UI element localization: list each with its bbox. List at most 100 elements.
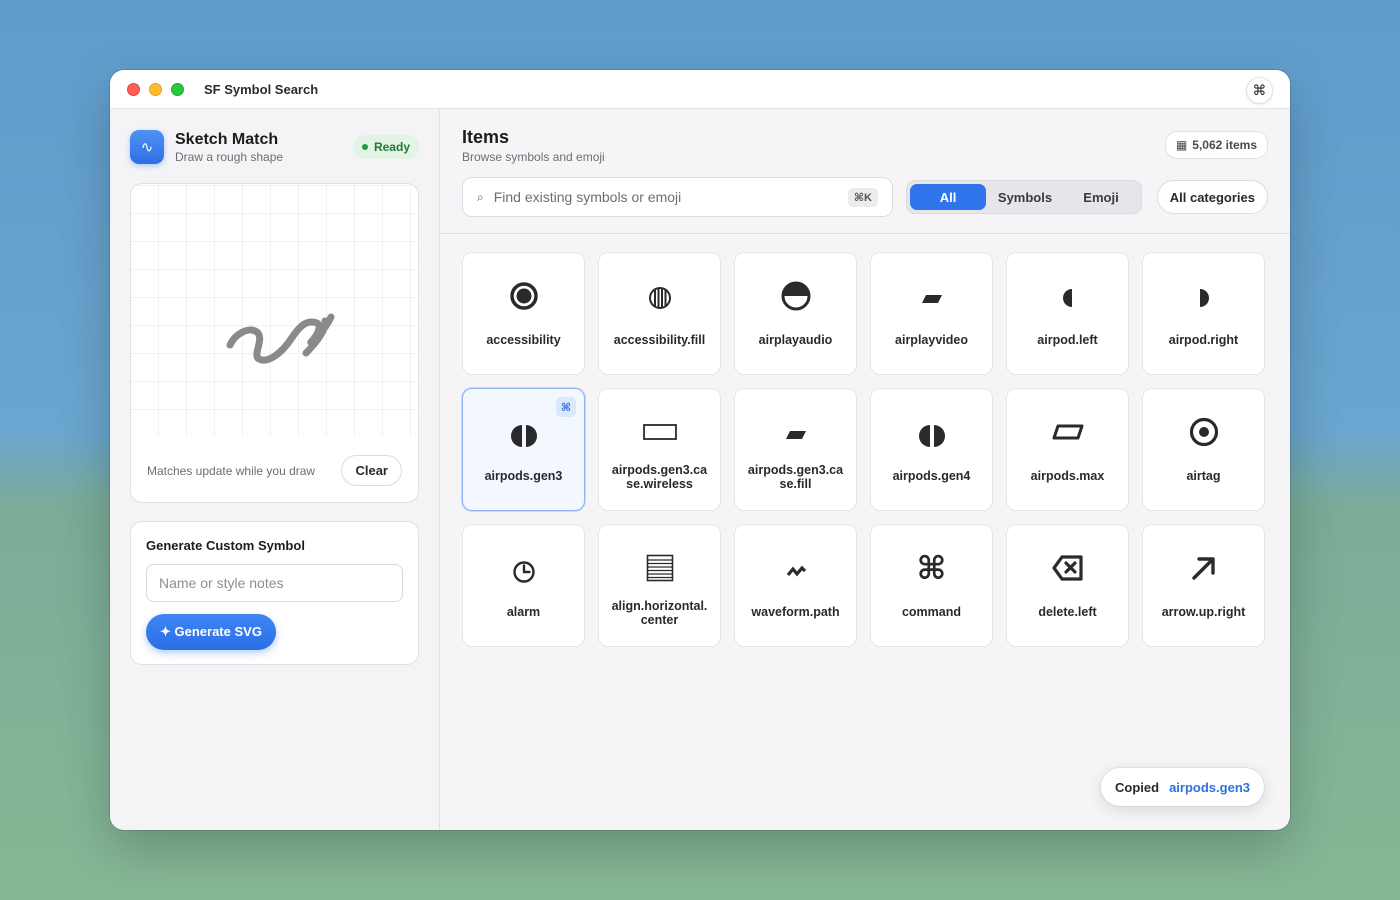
symbol-tile[interactable]: airpods.gen3.case.wireless	[598, 388, 721, 511]
title-bar: SF Symbol Search ⌘	[110, 70, 1290, 109]
generate-card: Generate Custom Symbol ✦ Generate SVG	[130, 521, 419, 665]
generate-title: Generate Custom Symbol	[146, 538, 305, 553]
symbol-name: delete.left	[1038, 605, 1097, 619]
sketch-subtitle: Draw a rough shape	[175, 149, 284, 164]
filter-all[interactable]: All	[910, 184, 986, 210]
traffic-lights	[127, 82, 184, 96]
symbol-name: arrow.up.right	[1161, 605, 1246, 619]
symbol-tile[interactable]: airplayaudio	[734, 252, 857, 375]
symbol-name: airplayaudio	[758, 333, 833, 347]
symbol-tile[interactable]: alarm	[462, 524, 585, 647]
clear-button[interactable]: Clear	[341, 455, 402, 486]
symbol-tile[interactable]: airpods.gen3.case.fill	[734, 388, 857, 511]
split-circle-icon	[915, 419, 949, 453]
window-title: SF Symbol Search	[204, 81, 319, 97]
symbol-tile[interactable]: accessibility	[462, 252, 585, 375]
style-notes-input[interactable]	[146, 564, 403, 602]
sketch-title: Sketch Match	[175, 130, 279, 148]
clock-icon	[507, 555, 541, 589]
sketch-hint: Matches update while you draw	[147, 463, 316, 478]
symbol-tile[interactable]: airplayvideo	[870, 252, 993, 375]
symbol-name: airtag	[1186, 469, 1221, 483]
toast-value: airpods.gen3	[1169, 779, 1250, 795]
status-badge: Ready	[352, 135, 419, 159]
parallelogram-fill-icon	[915, 279, 949, 313]
category-dropdown[interactable]: All categories	[1156, 180, 1268, 214]
symbol-name: alarm	[506, 605, 541, 619]
symbol-tile[interactable]: waveform.path	[734, 524, 857, 647]
arrow-up-right-icon	[1187, 551, 1221, 585]
sidebar: ∿ Sketch Match Draw a rough shape Ready	[110, 109, 440, 830]
search-input[interactable]	[493, 189, 838, 205]
target-icon	[1187, 415, 1221, 449]
search-field[interactable]: ⌕ ⌘K	[462, 177, 893, 217]
symbol-name: waveform.path	[751, 605, 840, 619]
striped-circle-icon	[643, 279, 677, 313]
symbol-tile[interactable]: arrow.up.right	[1142, 524, 1265, 647]
symbol-tile[interactable]: accessibility.fill	[598, 252, 721, 375]
item-count-label: 5,062 items	[1192, 138, 1257, 152]
split-circle-icon	[507, 419, 541, 453]
symbol-name: accessibility.fill	[613, 333, 706, 347]
symbol-name: airpod.right	[1168, 333, 1239, 347]
parallelogram-outline-icon	[1051, 415, 1085, 449]
left-half-icon	[1051, 279, 1085, 313]
symbol-name: airpods.max	[1030, 469, 1105, 483]
toast-prefix: Copied	[1115, 779, 1160, 795]
symbol-name: accessibility	[486, 333, 561, 347]
symbol-grid: accessibility accessibility.fill airplay…	[462, 252, 1265, 647]
item-count-badge: ▦ 5,062 items	[1164, 131, 1268, 159]
rectangle-outline-icon	[642, 415, 677, 449]
sketch-app-icon: ∿	[130, 130, 164, 164]
symbol-tile[interactable]: airpod.right	[1142, 252, 1265, 375]
command-icon: ⌘	[916, 550, 947, 586]
symbol-name: airplayvideo	[895, 333, 968, 347]
page-title: Items	[462, 127, 510, 147]
symbol-tile[interactable]: ⌘ command	[870, 524, 993, 647]
type-filter-segment: All Symbols Emoji	[906, 180, 1142, 214]
close-window-button[interactable]	[127, 82, 140, 96]
filter-symbols[interactable]: Symbols	[986, 184, 1064, 210]
sketch-header: ∿ Sketch Match Draw a rough shape Ready	[130, 129, 419, 165]
generate-svg-button[interactable]: ✦ Generate SVG	[146, 614, 276, 650]
right-half-icon	[1187, 279, 1221, 313]
half-circle-icon	[779, 279, 813, 313]
symbol-tile[interactable]: align.horizontal.center	[598, 524, 721, 647]
ring-icon	[507, 279, 541, 313]
main-panel: Items Browse symbols and emoji ▦ 5,062 i…	[440, 109, 1290, 830]
zoom-window-button[interactable]	[171, 82, 184, 96]
sketch-card: Matches update while you draw Clear	[130, 183, 419, 503]
minimize-window-button[interactable]	[149, 82, 162, 96]
copied-toast: Copied airpods.gen3	[1101, 768, 1264, 806]
parallelogram-fill-icon	[779, 415, 813, 449]
page-subtitle: Browse symbols and emoji	[462, 150, 605, 164]
command-icon: ⌘	[556, 397, 576, 417]
waveform-icon	[779, 551, 813, 585]
symbol-name: align.horizontal.center	[611, 599, 708, 627]
symbol-name: airpods.gen3.case.wireless	[611, 463, 708, 491]
symbol-tile[interactable]: delete.left	[1006, 524, 1129, 647]
symbol-tile[interactable]: airtag	[1142, 388, 1265, 511]
filter-emoji[interactable]: Emoji	[1064, 184, 1138, 210]
search-icon: ⌕	[477, 189, 484, 204]
symbol-tile-selected[interactable]: ⌘ airpods.gen3	[462, 388, 585, 511]
symbol-tile[interactable]: airpods.max	[1006, 388, 1129, 511]
grid-icon: ▦	[1175, 138, 1188, 152]
status-label: Ready	[373, 140, 410, 154]
delete-left-icon	[1051, 551, 1085, 585]
status-dot-icon	[361, 144, 368, 150]
symbol-name: airpod.left	[1037, 333, 1098, 347]
symbol-tile[interactable]: airpods.gen4	[870, 388, 993, 511]
symbol-name: airpods.gen3	[484, 469, 563, 483]
app-window: SF Symbol Search ⌘ ∿ Sketch Match Draw a…	[110, 70, 1290, 830]
main-header: Items Browse symbols and emoji ▦ 5,062 i…	[440, 109, 1290, 234]
symbol-name: command	[901, 605, 962, 619]
lines-icon	[643, 551, 677, 585]
command-palette-button[interactable]: ⌘	[1246, 77, 1273, 104]
symbol-tile[interactable]: airpod.left	[1006, 252, 1129, 375]
sketch-canvas[interactable]	[131, 184, 418, 436]
search-shortcut-badge: ⌘K	[847, 187, 878, 207]
symbol-name: airpods.gen3.case.fill	[747, 463, 844, 491]
sketch-stroke	[226, 313, 335, 364]
symbol-name: airpods.gen4	[892, 469, 971, 483]
